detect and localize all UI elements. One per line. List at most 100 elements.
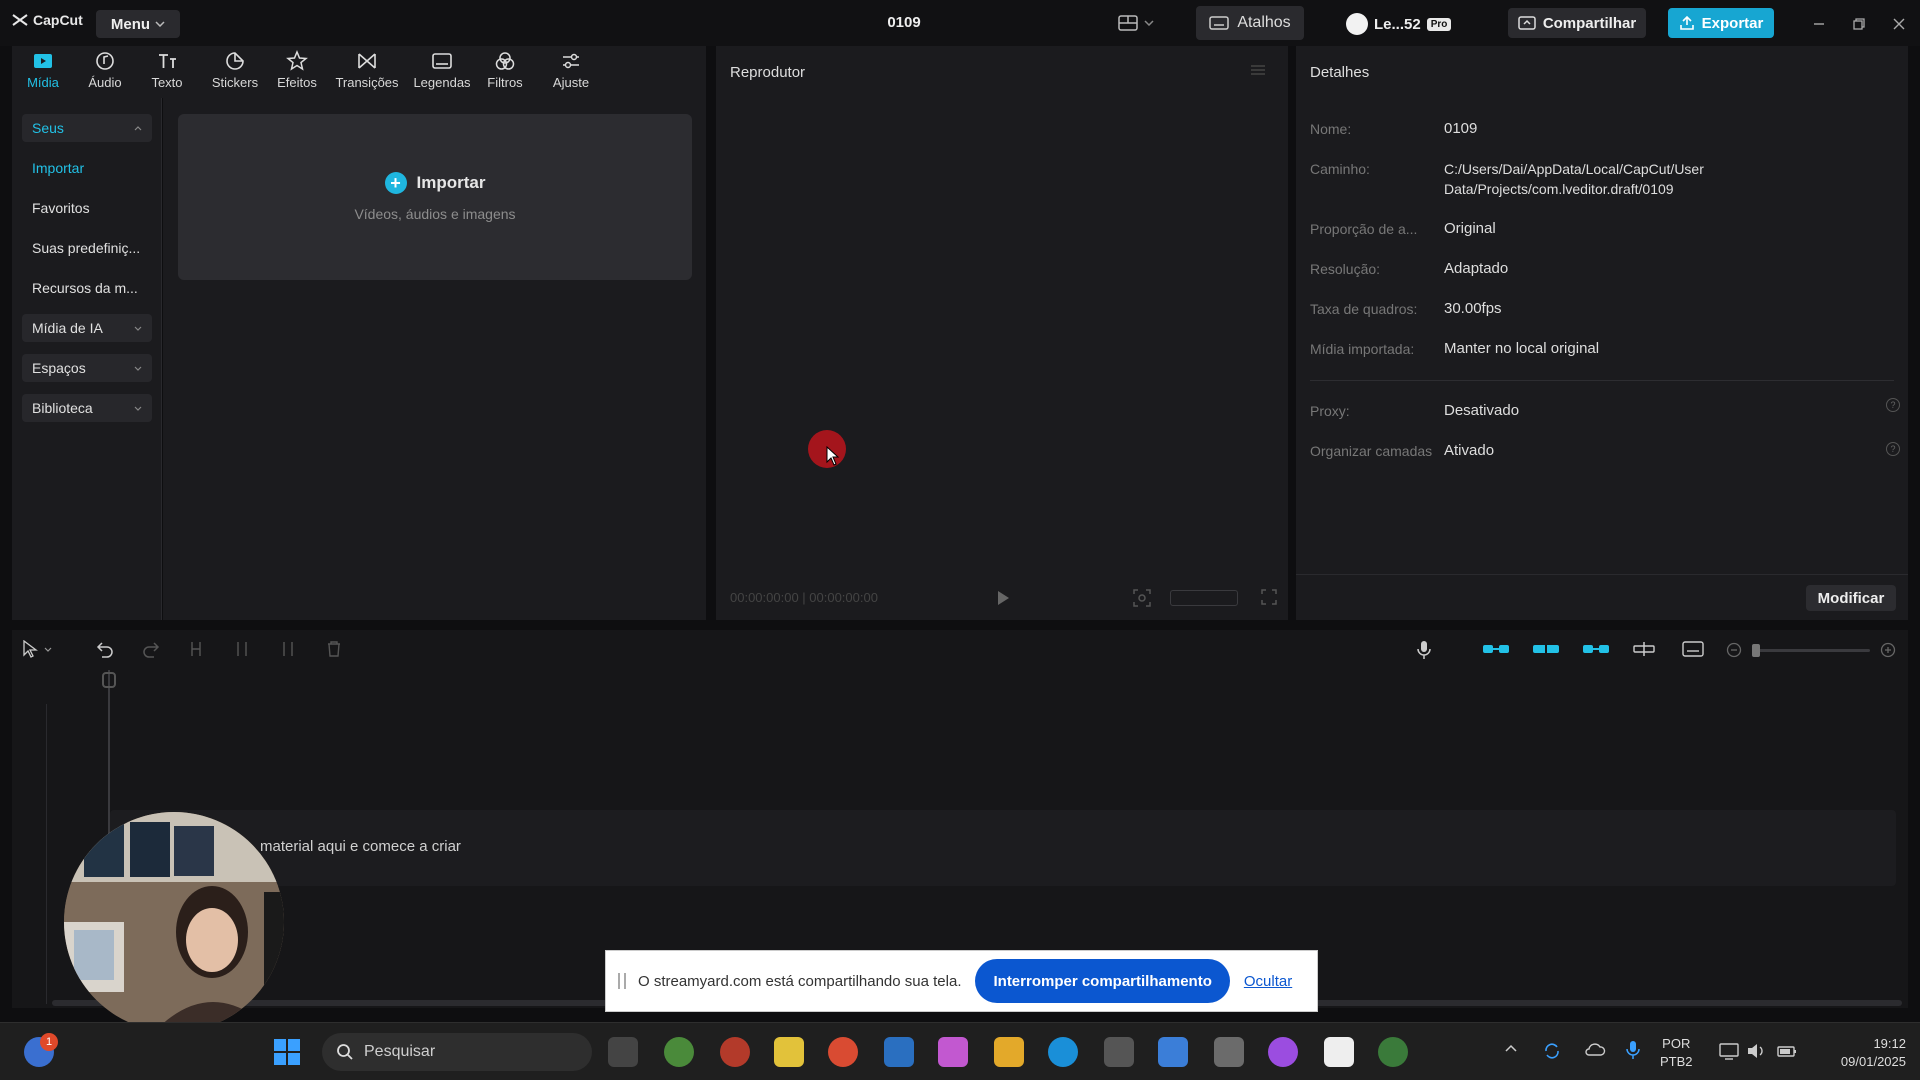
detail-value-layers: Ativado bbox=[1444, 442, 1495, 459]
chevron-down-icon bbox=[134, 326, 142, 331]
redo-button[interactable] bbox=[142, 640, 160, 658]
record-audio-button[interactable] bbox=[1416, 640, 1432, 660]
redo-icon bbox=[143, 642, 160, 658]
sync-icon[interactable] bbox=[1542, 1041, 1562, 1061]
store-icon[interactable] bbox=[884, 1037, 914, 1067]
tab-adjust[interactable]: Ajuste bbox=[550, 50, 592, 94]
split-left-button[interactable] bbox=[234, 640, 250, 658]
volume-icon[interactable] bbox=[1746, 1041, 1766, 1061]
tab-transitions[interactable]: Transições bbox=[334, 50, 400, 94]
start-button[interactable] bbox=[272, 1037, 302, 1067]
drag-handle[interactable] bbox=[618, 973, 626, 989]
stop-sharing-button[interactable]: Interromper compartilhamento bbox=[975, 959, 1230, 1003]
battery-icon[interactable] bbox=[1776, 1041, 1798, 1061]
network-icon[interactable] bbox=[1718, 1041, 1740, 1061]
sidebar-item-label: Mídia de IA bbox=[32, 320, 103, 336]
play-icon bbox=[998, 591, 1009, 605]
zoom-slider-handle[interactable] bbox=[1752, 644, 1760, 657]
zoom-in-button[interactable] bbox=[1880, 642, 1896, 658]
volume-icon bbox=[1748, 1044, 1763, 1058]
microphone-tray-icon[interactable] bbox=[1626, 1040, 1640, 1060]
folder-icon[interactable] bbox=[994, 1037, 1024, 1067]
taskbar-search[interactable]: Pesquisar bbox=[322, 1033, 592, 1071]
divider bbox=[1310, 380, 1894, 381]
track-header-divider bbox=[46, 704, 47, 1004]
caption-tool-icon bbox=[1682, 641, 1704, 657]
sidebar-item-library[interactable]: Biblioteca bbox=[22, 394, 152, 422]
close-button[interactable] bbox=[1888, 13, 1910, 35]
share-icon bbox=[1518, 16, 1536, 30]
tab-captions[interactable]: Legendas bbox=[412, 50, 472, 94]
app-icon[interactable] bbox=[1268, 1037, 1298, 1067]
copilot-icon[interactable] bbox=[938, 1037, 968, 1067]
shortcuts-button[interactable]: Atalhos bbox=[1196, 6, 1304, 40]
edge-icon[interactable] bbox=[1048, 1037, 1078, 1067]
capcut-taskbar-icon[interactable] bbox=[1324, 1037, 1354, 1067]
hide-link[interactable]: Ocultar bbox=[1244, 973, 1292, 990]
ratio-selector[interactable] bbox=[1170, 590, 1238, 606]
modify-button[interactable]: Modificar bbox=[1806, 585, 1896, 611]
sidebar-item-presets[interactable]: Suas predefiniç... bbox=[22, 234, 162, 262]
clock[interactable]: 19:12 09/01/2025 bbox=[1808, 1035, 1906, 1071]
layout-button[interactable] bbox=[1118, 12, 1162, 34]
restore-button[interactable] bbox=[1848, 13, 1870, 35]
sidebar-item-resources[interactable]: Recursos da m... bbox=[22, 274, 162, 302]
link-main-track-button[interactable] bbox=[1482, 642, 1510, 656]
app-icon[interactable] bbox=[774, 1037, 804, 1067]
import-button[interactable]: + Importar bbox=[178, 172, 692, 194]
notepad-icon[interactable] bbox=[1158, 1037, 1188, 1067]
user-account-button[interactable]: Le...52 Pro bbox=[1346, 12, 1452, 36]
import-dropzone[interactable]: + Importar Vídeos, áudios e imagens bbox=[178, 114, 692, 280]
linkage-button[interactable] bbox=[1582, 642, 1610, 656]
fit-view-button[interactable] bbox=[1132, 588, 1152, 608]
sidebar-item-ai-media[interactable]: Mídia de IA bbox=[22, 314, 152, 342]
chevron-down-icon bbox=[44, 647, 52, 652]
sidebar-item-yours[interactable]: Seus bbox=[22, 114, 152, 142]
tab-media[interactable]: Mídia bbox=[24, 50, 62, 94]
chrome-icon[interactable] bbox=[664, 1037, 694, 1067]
tab-text[interactable]: Texto bbox=[146, 50, 188, 94]
caption-tool-button[interactable] bbox=[1682, 641, 1704, 657]
undo-button[interactable] bbox=[96, 640, 114, 658]
playhead-handle[interactable] bbox=[102, 672, 116, 688]
export-label: Exportar bbox=[1701, 14, 1764, 32]
tab-filters[interactable]: Filtros bbox=[484, 50, 526, 94]
calculator-icon[interactable] bbox=[1214, 1037, 1244, 1067]
split-right-button[interactable] bbox=[280, 640, 296, 658]
split-button[interactable] bbox=[188, 640, 204, 658]
app-icon[interactable] bbox=[1104, 1037, 1134, 1067]
player-menu-button[interactable] bbox=[1250, 64, 1266, 76]
task-view-button[interactable] bbox=[608, 1037, 638, 1067]
help-icon[interactable]: ? bbox=[1886, 442, 1900, 456]
zoom-out-button[interactable] bbox=[1726, 642, 1742, 658]
sidebar-item-import[interactable]: Importar bbox=[22, 154, 162, 182]
minimize-button[interactable] bbox=[1808, 13, 1830, 35]
cloud-icon[interactable] bbox=[1584, 1041, 1606, 1059]
split-right-icon bbox=[283, 642, 293, 656]
play-button[interactable] bbox=[996, 590, 1010, 606]
details-footer: Modificar bbox=[1296, 574, 1908, 620]
fullscreen-button[interactable] bbox=[1260, 588, 1278, 606]
tab-audio[interactable]: Áudio bbox=[82, 50, 128, 94]
sidebar-item-favorites[interactable]: Favoritos bbox=[22, 194, 162, 222]
media-toolbar: Mídia Áudio Texto Stickers Efeitos Trans… bbox=[12, 46, 706, 98]
windows-taskbar: 1 Pesquisar POR PTB2 19:12 09/01/2025 bbox=[0, 1022, 1920, 1080]
tab-effects[interactable]: Efeitos bbox=[274, 50, 320, 94]
tab-stickers[interactable]: Stickers bbox=[208, 50, 262, 94]
browser-icon[interactable] bbox=[828, 1037, 858, 1067]
preview-axis-button[interactable] bbox=[1632, 641, 1656, 657]
main-track-dropzone[interactable]: material aqui e comece a criar bbox=[110, 810, 1896, 886]
magnet-snap-button[interactable] bbox=[1532, 642, 1560, 656]
export-button[interactable]: Exportar bbox=[1668, 8, 1774, 38]
zoom-slider[interactable] bbox=[1752, 644, 1870, 657]
delete-button[interactable] bbox=[326, 640, 342, 658]
select-tool-button[interactable] bbox=[22, 640, 52, 658]
detail-value-imported-media: Manter no local original bbox=[1444, 340, 1600, 357]
tray-overflow-button[interactable] bbox=[1504, 1043, 1518, 1053]
input-language[interactable]: POR PTB2 bbox=[1660, 1035, 1693, 1071]
chrome-profile-icon[interactable] bbox=[720, 1037, 750, 1067]
help-icon[interactable]: ? bbox=[1886, 398, 1900, 412]
chrome-icon[interactable] bbox=[1378, 1037, 1408, 1067]
share-button[interactable]: Compartilhar bbox=[1508, 8, 1646, 38]
sidebar-item-spaces[interactable]: Espaços bbox=[22, 354, 152, 382]
